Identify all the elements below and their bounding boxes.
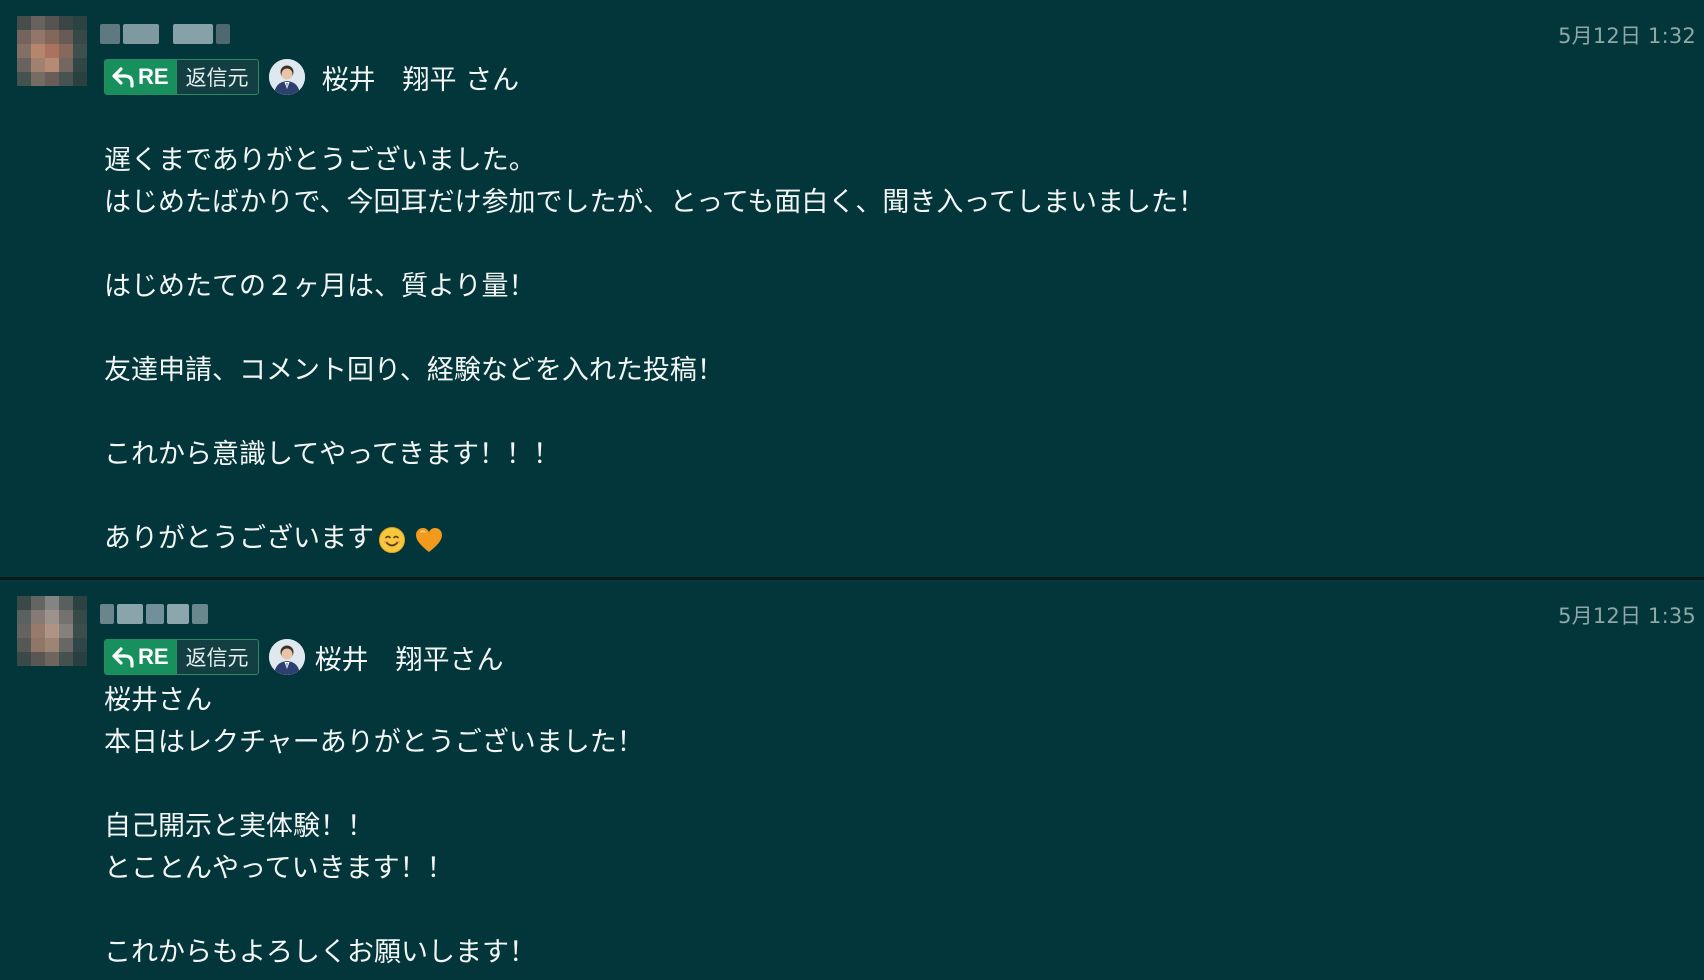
reply-target-name[interactable]: 桜井 翔平さん: [315, 638, 504, 677]
message-line-with-emoji: ありがとうございます: [104, 518, 1205, 560]
message-item: 5月12日 1:35 RE 返信元 桜井 翔平さん 桜井さん 本日はレクチャーあ…: [0, 580, 1704, 980]
message-line: 自己開示と実体験！！: [104, 811, 374, 842]
message-line: とことんやっていきます！！: [104, 853, 454, 884]
message-timestamp: 5月12日 1:35: [1558, 604, 1696, 628]
sender-name-blurred[interactable]: [100, 602, 208, 626]
re-text: RE: [138, 64, 169, 89]
reply-arrow-icon: [112, 67, 134, 88]
re-text: RE: [138, 644, 169, 669]
reply-target-avatar[interactable]: [268, 639, 305, 675]
sender-avatar[interactable]: [17, 16, 87, 86]
message-line: これからもよろしくお願いします！: [104, 937, 536, 968]
message-line: はじめたての２ヶ月は、質より量！: [104, 271, 536, 302]
message-body: 遅くまでありがとうございました。 はじめたばかりで、今回耳だけ参加でしたが、とっ…: [104, 140, 1205, 560]
message-line: 桜井さん: [104, 685, 212, 716]
person-avatar-icon: [268, 639, 305, 675]
reply-source-badge[interactable]: RE 返信元: [104, 639, 259, 675]
reply-source-label: 返信元: [175, 60, 258, 94]
sender-avatar[interactable]: [17, 596, 87, 666]
message-timestamp: 5月12日 1:32: [1558, 24, 1696, 48]
message-body: 桜井さん 本日はレクチャーありがとうございました！ 自己開示と実体験！！ とこと…: [104, 680, 644, 974]
smiling-face-emoji: [379, 526, 405, 553]
reply-reference[interactable]: RE 返信元 桜井 翔平さん: [104, 638, 504, 676]
orange-heart-emoji: [416, 527, 442, 552]
person-avatar-icon: [268, 59, 305, 95]
reply-target-avatar[interactable]: [268, 59, 305, 95]
re-label: RE: [105, 640, 176, 674]
reply-reference[interactable]: RE 返信元 桜井 翔平 さん: [104, 58, 519, 96]
reply-source-label: 返信元: [175, 640, 258, 674]
reply-arrow-icon: [112, 647, 134, 668]
reply-target-name[interactable]: 桜井 翔平 さん: [322, 58, 520, 97]
message-item: 5月12日 1:32 RE 返信元 桜井 翔平 さん 遅くまでありがとうございま…: [0, 0, 1704, 578]
message-line-text: ありがとうございます: [104, 523, 374, 554]
message-line: これから意識してやってきます！！！: [104, 439, 561, 470]
sender-name-blurred[interactable]: [100, 22, 230, 46]
message-line: 友達申請、コメント回り、経験などを入れた投稿！: [104, 355, 724, 386]
reply-source-badge[interactable]: RE 返信元: [104, 59, 259, 95]
message-line: 遅くまでありがとうございました。: [104, 145, 536, 176]
message-line: 本日はレクチャーありがとうございました！: [104, 727, 644, 758]
re-label: RE: [105, 60, 176, 94]
message-line: はじめたばかりで、今回耳だけ参加でしたが、とっても面白く、聞き入ってしまいました…: [104, 187, 1206, 218]
